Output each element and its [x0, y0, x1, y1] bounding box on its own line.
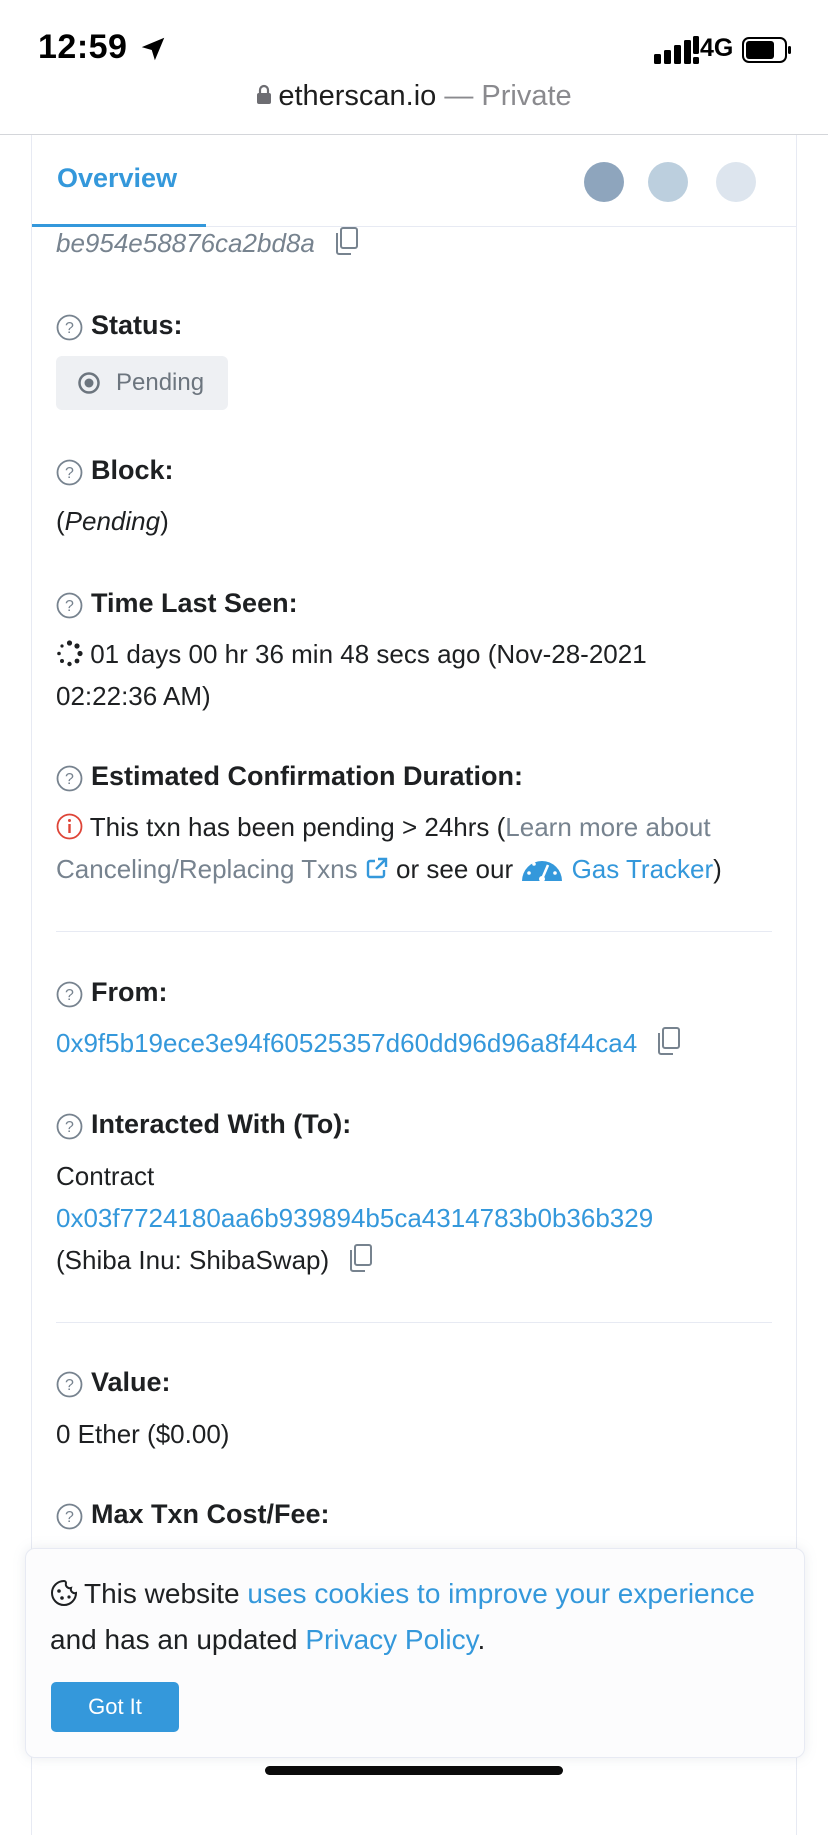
active-tab-indicator [32, 224, 206, 227]
gas-gauge-icon[interactable] [520, 851, 564, 883]
from-label-row: ? From: [56, 977, 168, 1010]
confirmation-dot-3 [716, 162, 756, 202]
svg-text:?: ? [65, 1509, 74, 1526]
network-type: 4G [700, 34, 734, 62]
question-circle-icon[interactable]: ? [56, 1371, 83, 1398]
location-arrow-icon [141, 37, 165, 61]
paren-close: ) [713, 854, 722, 884]
tab-overview[interactable]: Overview [57, 163, 177, 194]
copy-icon[interactable] [656, 1027, 681, 1056]
clock: 12:59 [38, 28, 128, 66]
max-fee-label: Max Txn Cost/Fee: [91, 1499, 330, 1529]
paren-close: ) [160, 506, 169, 536]
learn-more-text-1: Learn more about [505, 812, 711, 842]
svg-text:?: ? [65, 771, 74, 788]
gas-tracker-link[interactable]: Gas Tracker [572, 854, 714, 884]
copy-icon[interactable] [334, 227, 359, 256]
status-badge: Pending [56, 356, 228, 410]
home-indicator[interactable] [265, 1766, 563, 1775]
cookie-banner: This website uses cookies to improve you… [25, 1548, 805, 1758]
address-bar[interactable]: etherscan.io — Private [0, 80, 828, 134]
question-circle-icon[interactable]: ? [56, 1113, 83, 1140]
question-circle-icon[interactable]: ? [56, 592, 83, 619]
status-label: Status: [91, 310, 183, 340]
battery-icon [742, 37, 791, 63]
to-address-link[interactable]: 0x03f7724180aa6b939894b5ca4314783b0b36b3… [56, 1203, 653, 1233]
confirmation-dot-2 [648, 162, 688, 202]
privacy-policy-link[interactable]: Privacy Policy [305, 1624, 477, 1655]
divider [56, 1322, 772, 1323]
est-confirmation-value: This txn has been pending > 24hrs (Learn… [56, 806, 786, 890]
divider [56, 931, 772, 932]
value-amount: 0 Ether ($0.00) [56, 1419, 230, 1449]
from-value: 0x9f5b19ece3e94f60525357d60dd96d96a8f44c… [56, 1022, 681, 1064]
est-confirmation-label: Estimated Confirmation Duration: [91, 761, 524, 791]
learn-more-text-2: Canceling/Replacing Txns [56, 854, 358, 884]
cookie-text-3: . [477, 1624, 486, 1655]
pending-warning-text: This txn has been pending > 24hrs ( [83, 812, 506, 842]
to-label: Interacted With (To): [91, 1109, 352, 1139]
external-link-icon[interactable] [365, 856, 389, 880]
max-fee-label-row: ? Max Txn Cost/Fee: [56, 1499, 330, 1532]
from-label: From: [91, 977, 168, 1007]
block-label-row: ? Block: [56, 455, 174, 488]
private-label: — Private [436, 80, 572, 112]
tx-hash-row: be954e58876ca2bd8a [56, 227, 359, 259]
block-pending: Pending [64, 506, 161, 536]
question-circle-icon[interactable]: ? [56, 765, 83, 792]
time-last-seen-value: 01 days 00 hr 36 min 48 secs ago (Nov-28… [56, 633, 776, 717]
svg-text:?: ? [65, 320, 74, 337]
cookie-text-1: This website [84, 1578, 248, 1609]
confirmation-dot-1 [584, 162, 624, 202]
paren-open: ( [56, 506, 65, 536]
status-label-row: ? Status: [56, 310, 183, 343]
time-last-seen-label-row: ? Time Last Seen: [56, 588, 298, 621]
spinner-icon [57, 640, 83, 666]
signal-icon [654, 36, 699, 64]
est-confirmation-label-row: ? Estimated Confirmation Duration: [56, 761, 523, 794]
dot-circle-icon [78, 372, 100, 394]
got-it-button[interactable]: Got It [51, 1682, 179, 1732]
question-circle-icon[interactable]: ? [56, 459, 83, 486]
contract-prefix: Contract [56, 1161, 155, 1191]
question-circle-icon[interactable]: ? [56, 981, 83, 1008]
block-label: Block: [91, 455, 174, 485]
time-ago-line2: 02:22:36 AM) [56, 681, 211, 711]
svg-text:?: ? [65, 1119, 74, 1136]
time-ago-line1: 01 days 00 hr 36 min 48 secs ago (Nov-28… [83, 639, 647, 669]
svg-text:?: ? [65, 987, 74, 1004]
contract-name: (Shiba Inu: ShibaSwap) [56, 1245, 330, 1275]
lock-icon [257, 84, 272, 104]
question-circle-icon[interactable]: ? [56, 1503, 83, 1530]
copy-icon[interactable] [348, 1244, 373, 1273]
to-value: Contract 0x03f7724180aa6b939894b5ca43147… [56, 1155, 776, 1281]
svg-text:?: ? [65, 598, 74, 615]
cookie-policy-link[interactable]: uses cookies to improve your experience [247, 1578, 754, 1609]
time-last-seen-label: Time Last Seen: [91, 588, 298, 618]
value-label-row: ? Value: [56, 1367, 171, 1400]
tx-hash: be954e58876ca2bd8a [56, 228, 315, 258]
cookie-text: This website uses cookies to improve you… [50, 1571, 770, 1663]
value-label: Value: [91, 1367, 171, 1397]
question-circle-icon[interactable]: ? [56, 314, 83, 341]
svg-text:?: ? [65, 465, 74, 482]
status-bar: 12:59 4G [0, 0, 828, 92]
tab-bar: Overview [32, 135, 796, 227]
cookie-icon [51, 1579, 78, 1606]
or-see-text: or see our [388, 854, 521, 884]
from-address-link[interactable]: 0x9f5b19ece3e94f60525357d60dd96d96a8f44c… [56, 1028, 637, 1058]
to-label-row: ? Interacted With (To): [56, 1109, 351, 1142]
svg-text:?: ? [65, 1377, 74, 1394]
info-circle-icon [56, 813, 83, 840]
block-value: (Pending) [56, 500, 169, 542]
status-badge-text: Pending [116, 369, 205, 396]
url-host: etherscan.io [278, 80, 437, 112]
cookie-text-2: and has an updated [50, 1624, 306, 1655]
